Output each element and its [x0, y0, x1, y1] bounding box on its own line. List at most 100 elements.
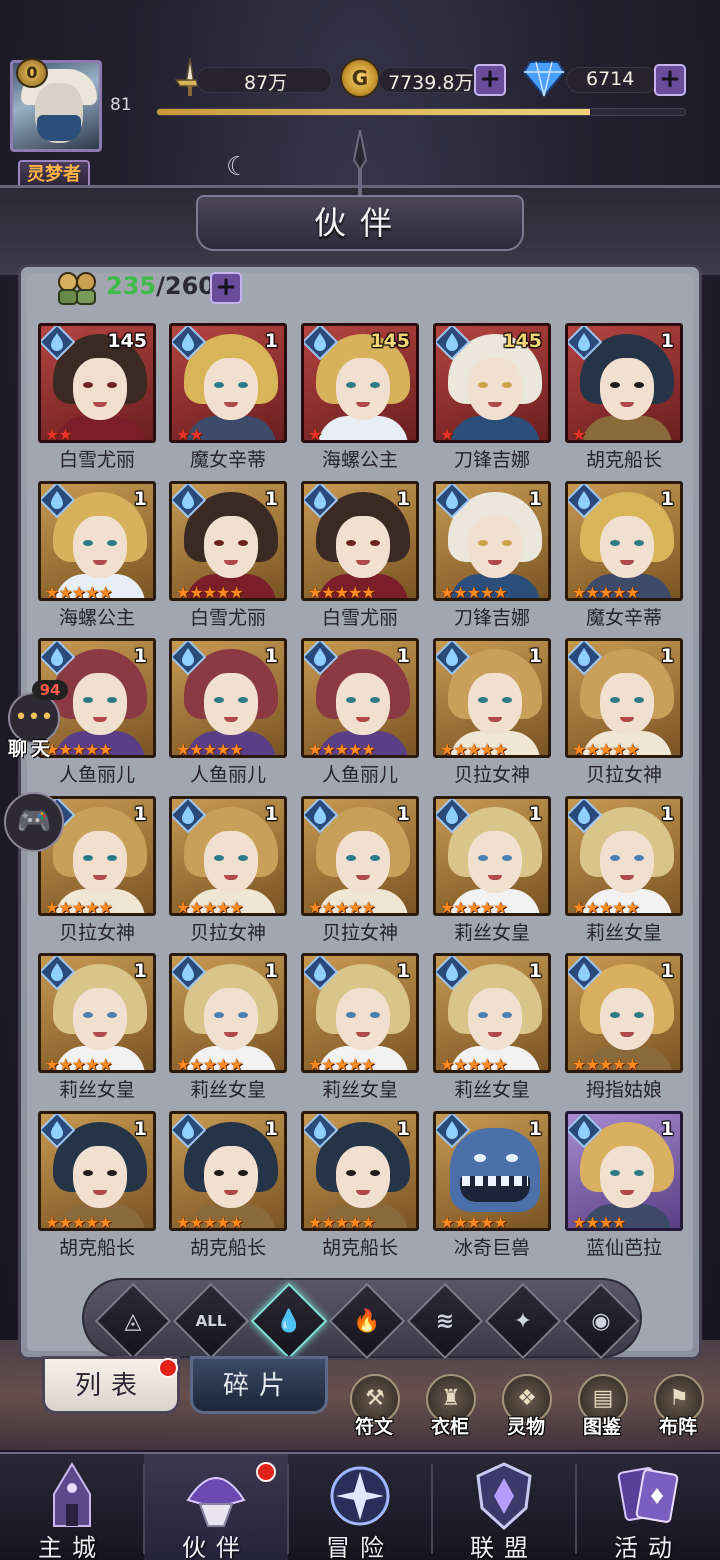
water-element-icon [436, 1114, 470, 1148]
hero-eye [238, 855, 248, 861]
hero-portrait: 1 ★★★★★ [169, 481, 287, 601]
hero-portrait: 1 ★★★★★ [169, 638, 287, 758]
hero-card[interactable]: 1 ★★★★ 蓝仙芭拉 [565, 1111, 683, 1259]
hero-card[interactable]: 1 ★★★★★ 胡克船长 [301, 1111, 419, 1259]
hero-name: 胡克船长 [189, 1237, 266, 1259]
hero-card[interactable]: 1 ★★★★★ 莉丝女皇 [38, 953, 156, 1101]
hero-card[interactable]: 1 ★★★★★ 莉丝女皇 [169, 953, 287, 1101]
water-element-icon [436, 484, 470, 518]
hero-card[interactable]: 1 ★★★★★ 莉丝女皇 [301, 953, 419, 1101]
hero-card[interactable]: 1 ★★★★★ 海螺公主 [38, 481, 156, 629]
hero-eye [610, 1012, 620, 1018]
chat-button[interactable]: ••• 94 聊天 [4, 680, 68, 760]
hero-portrait: 1 ★★★★★ [301, 953, 419, 1073]
hero-eye [610, 855, 620, 861]
hero-card[interactable]: 1 ★★★★★ 胡克船长 [169, 1111, 287, 1259]
nav-adventure[interactable]: 冒险 [288, 1454, 432, 1560]
nav-alliance[interactable]: 联盟 [432, 1454, 576, 1560]
hero-name: 贝拉女神 [453, 764, 530, 786]
add-gold-button[interactable]: + [474, 64, 506, 96]
monster-teeth [462, 1176, 528, 1186]
hero-portrait: 1 ★★ [169, 323, 287, 443]
nav-alliance-label: 联盟 [470, 1534, 538, 1560]
hero-face [336, 831, 390, 893]
hero-card[interactable]: 1 ★★★★★ 贝拉女神 [301, 796, 419, 944]
nav-separator [143, 1464, 145, 1554]
runes-button[interactable]: ⚒ 符文 [344, 1374, 404, 1444]
hero-card[interactable]: 1 ★★★★★ 贝拉女神 [433, 638, 551, 786]
filter-all-elements-button[interactable]: ◬ [94, 1282, 172, 1360]
spirit-button[interactable]: ❖ 灵物 [496, 1374, 556, 1444]
hero-name: 人鱼丽儿 [321, 764, 398, 786]
experience-fill [157, 109, 590, 115]
filter-fire-button[interactable]: 🔥 [328, 1282, 406, 1360]
hero-name: 海螺公主 [58, 607, 135, 629]
hero-eye [83, 855, 93, 861]
hero-portrait: 1 ★★★★★ [301, 796, 419, 916]
tab-fragments[interactable]: 碎片 [190, 1356, 328, 1414]
hero-eye [370, 540, 380, 546]
hero-stars: ★★★★★ [308, 583, 376, 601]
hero-eye [502, 382, 512, 388]
hero-card[interactable]: 1 ★★★★★ 冰奇巨兽 [433, 1111, 551, 1259]
hero-card[interactable]: 1 ★★★★★ 莉丝女皇 [433, 796, 551, 944]
nav-events-label: 活动 [614, 1534, 682, 1560]
hero-card[interactable]: 145 ★ 刀锋吉娜 [433, 323, 551, 471]
hero-card[interactable]: 1 ★★★★★ 贝拉女神 [169, 796, 287, 944]
wardrobe-button[interactable]: ♜ 衣柜 [420, 1374, 480, 1444]
nav-main-city[interactable]: 主城 [0, 1454, 144, 1560]
add-gems-button[interactable]: + [654, 64, 686, 96]
hero-card[interactable]: 1 ★★★★★ 莉丝女皇 [433, 953, 551, 1101]
hero-eye [634, 1012, 644, 1018]
water-element-icon [172, 956, 206, 990]
hero-face [73, 673, 127, 735]
hero-stars: ★★★★★ [572, 583, 640, 601]
roster-count-text: 235/260 [106, 272, 215, 300]
spirit-label: 灵物 [506, 1416, 545, 1438]
hero-card[interactable]: 1 ★★★★★ 人鱼丽儿 [301, 638, 419, 786]
hero-name: 莉丝女皇 [321, 1079, 398, 1101]
hero-card[interactable]: 1 ★★★★★ 莉丝女皇 [565, 796, 683, 944]
water-element-icon [172, 1114, 206, 1148]
hero-card[interactable]: 1 ★★★★★ 贝拉女神 [565, 638, 683, 786]
hero-card[interactable]: 1 ★★★★★ 魔女辛蒂 [565, 481, 683, 629]
hero-card[interactable]: 1 ★ 胡克船长 [565, 323, 683, 471]
filter-dark-button[interactable]: ◉ [562, 1282, 640, 1360]
hero-card[interactable]: 1 ★★★★★ 胡克船长 [38, 1111, 156, 1259]
nav-adventure-icon [324, 1460, 396, 1532]
nav-events[interactable]: 活动 [576, 1454, 720, 1560]
hero-eye [634, 855, 644, 861]
hero-card[interactable]: 1 ★★★★★ 白雪尤丽 [301, 481, 419, 629]
hero-eye [346, 1012, 356, 1018]
hero-level: 145 [107, 330, 147, 352]
hero-card[interactable]: 1 ★★★★★ 人鱼丽儿 [169, 638, 287, 786]
hero-eye [238, 1012, 248, 1018]
hero-eye [478, 855, 488, 861]
monster-eye [474, 1154, 486, 1162]
hero-eye [214, 1170, 224, 1176]
hero-portrait: 1 ★★★★★ [38, 953, 156, 1073]
hero-eye [83, 382, 93, 388]
hero-card[interactable]: 1 ★★ 魔女辛蒂 [169, 323, 287, 471]
hero-card[interactable]: 145 ★★ 白雪尤丽 [38, 323, 156, 471]
hero-card[interactable]: 1 ★★★★★ 白雪尤丽 [169, 481, 287, 629]
formation-button[interactable]: ⚑ 布阵 [648, 1374, 708, 1444]
hero-name: 白雪尤丽 [321, 607, 398, 629]
hero-eye [238, 382, 248, 388]
hero-portrait: 1 ★★★★★ [169, 953, 287, 1073]
hero-eye [214, 855, 224, 861]
hero-face [73, 988, 127, 1050]
filter-light-button[interactable]: ✦ [484, 1282, 562, 1360]
filter-all-button[interactable]: ALL [172, 1282, 250, 1360]
hero-eye [346, 1170, 356, 1176]
gamepad-icon[interactable]: 🎮 [4, 792, 64, 852]
filter-wind-button[interactable]: ≋ [406, 1282, 484, 1360]
filter-water-button[interactable]: 💧 [250, 1282, 328, 1360]
hero-card[interactable]: 1 ★★★★★ 拇指姑娘 [565, 953, 683, 1101]
filter-fire-icon: 🔥 [353, 1308, 381, 1334]
expand-roster-button[interactable]: + [210, 272, 242, 304]
codex-button[interactable]: ▤ 图鉴 [572, 1374, 632, 1444]
hero-eye [107, 382, 117, 388]
hero-card[interactable]: 145 ★ 海螺公主 [301, 323, 419, 471]
hero-card[interactable]: 1 ★★★★★ 刀锋吉娜 [433, 481, 551, 629]
